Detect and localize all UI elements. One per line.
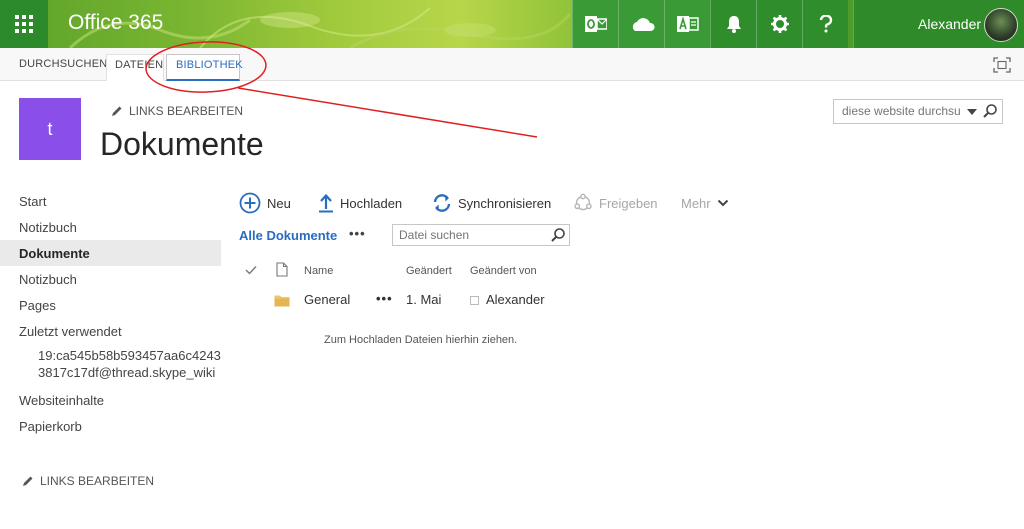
view-all-documents[interactable]: Alle Dokumente xyxy=(239,228,337,243)
share-button[interactable]: Freigeben xyxy=(573,192,658,214)
user-name: Alexander xyxy=(918,16,982,32)
brand-title[interactable]: Office 365 xyxy=(68,11,163,35)
nav-item-dokumente[interactable]: Dokumente xyxy=(0,240,221,266)
sync-icon xyxy=(433,194,451,212)
ribbon-tabs: DURCHSUCHEN DATEIEN BIBLIOTHEK xyxy=(0,48,1024,81)
outlook-button[interactable] xyxy=(572,0,618,48)
access-button[interactable] xyxy=(664,0,710,48)
column-header-modified-by[interactable]: Geändert von xyxy=(470,265,537,277)
search-scope-dropdown-icon[interactable] xyxy=(967,109,977,115)
user-account-button[interactable]: Alexander xyxy=(853,0,1024,48)
search-icon[interactable] xyxy=(550,227,566,243)
avatar xyxy=(984,8,1018,42)
file-search-input[interactable] xyxy=(399,228,544,242)
onedrive-button[interactable] xyxy=(618,0,664,48)
left-navigation: Start Notizbuch Dokumente Notizbuch Page… xyxy=(0,188,221,439)
nav-item-zuletzt-verwendet[interactable]: Zuletzt verwendet xyxy=(0,318,221,344)
row-name-link[interactable]: General xyxy=(304,292,350,307)
view-options-ellipsis[interactable]: ••• xyxy=(349,226,366,241)
file-search-box xyxy=(392,224,570,246)
notifications-button[interactable] xyxy=(710,0,756,48)
presence-indicator xyxy=(470,296,479,305)
tab-durchsuchen[interactable]: DURCHSUCHEN xyxy=(19,58,107,70)
site-search-box xyxy=(833,99,1003,124)
folder-icon xyxy=(274,295,290,307)
gear-icon xyxy=(770,15,789,33)
upload-button[interactable]: Hochladen xyxy=(318,192,402,214)
file-type-icon xyxy=(276,262,288,277)
waffle-icon xyxy=(15,15,33,33)
sync-button[interactable]: Synchronisieren xyxy=(432,192,551,214)
row-modified: 1. Mai xyxy=(406,292,442,307)
new-button[interactable]: Neu xyxy=(239,192,291,214)
column-header-modified[interactable]: Geändert xyxy=(406,265,452,277)
plus-circle-icon xyxy=(239,192,261,214)
site-logo-letter: t xyxy=(47,118,53,139)
help-button[interactable] xyxy=(802,0,848,48)
suite-app-icons xyxy=(572,0,848,48)
bell-icon xyxy=(726,16,741,33)
nav-item-notizbuch[interactable]: Notizbuch xyxy=(0,214,221,240)
column-header-name[interactable]: Name xyxy=(304,265,333,277)
app-launcher-button[interactable] xyxy=(0,0,48,48)
row-modified-by[interactable]: Alexander xyxy=(486,292,545,307)
share-label: Freigeben xyxy=(599,195,658,211)
edit-links-top-button[interactable]: LINKS BEARBEITEN xyxy=(111,104,243,118)
access-icon xyxy=(676,16,699,32)
nav-item-papierkorb[interactable]: Papierkorb xyxy=(0,413,221,439)
new-label: Neu xyxy=(267,195,291,211)
suite-bar: Office 365 Alexander xyxy=(0,0,1024,48)
drop-hint: Zum Hochladen Dateien hierhin ziehen. xyxy=(324,334,518,346)
edit-links-label: LINKS BEARBEITEN xyxy=(40,474,155,488)
edit-links-label: LINKS BEARBEITEN xyxy=(129,104,244,118)
tab-dateien[interactable]: DATEIEN xyxy=(106,54,164,81)
site-search-input[interactable] xyxy=(842,104,960,118)
search-icon[interactable] xyxy=(982,103,998,119)
tab-bibliothek[interactable]: BIBLIOTHEK xyxy=(166,54,243,81)
focus-mode-icon[interactable] xyxy=(993,57,1011,73)
upload-icon xyxy=(319,193,333,213)
sync-label: Synchronisieren xyxy=(458,195,552,211)
help-icon xyxy=(819,15,832,33)
nav-item-start[interactable]: Start xyxy=(0,188,221,214)
nav-item-skype-wiki[interactable]: 19:ca545b58b593457aa6c42433817c17df@thre… xyxy=(0,344,221,387)
nav-item-websiteinhalte[interactable]: Websiteinhalte xyxy=(0,387,221,413)
more-button[interactable]: Mehr xyxy=(681,192,729,214)
row-item-menu-ellipsis[interactable]: ••• xyxy=(376,291,393,306)
annotation-line xyxy=(237,87,538,138)
pencil-icon xyxy=(112,106,122,116)
nav-item-notizbuch-2[interactable]: Notizbuch xyxy=(0,266,221,292)
nav-item-pages[interactable]: Pages xyxy=(0,292,221,318)
outlook-icon xyxy=(584,16,607,32)
more-label: Mehr xyxy=(681,195,711,211)
pencil-icon xyxy=(23,476,33,486)
select-all-checkmark-icon[interactable] xyxy=(245,265,257,275)
page-title: Dokumente xyxy=(100,126,264,162)
onedrive-icon xyxy=(632,18,655,31)
settings-button[interactable] xyxy=(756,0,802,48)
site-logo[interactable]: t xyxy=(19,98,81,160)
edit-links-bottom-button[interactable]: LINKS BEARBEITEN xyxy=(22,474,154,488)
upload-label: Hochladen xyxy=(340,195,403,211)
chevron-down-icon xyxy=(717,199,728,207)
share-icon xyxy=(574,193,592,211)
